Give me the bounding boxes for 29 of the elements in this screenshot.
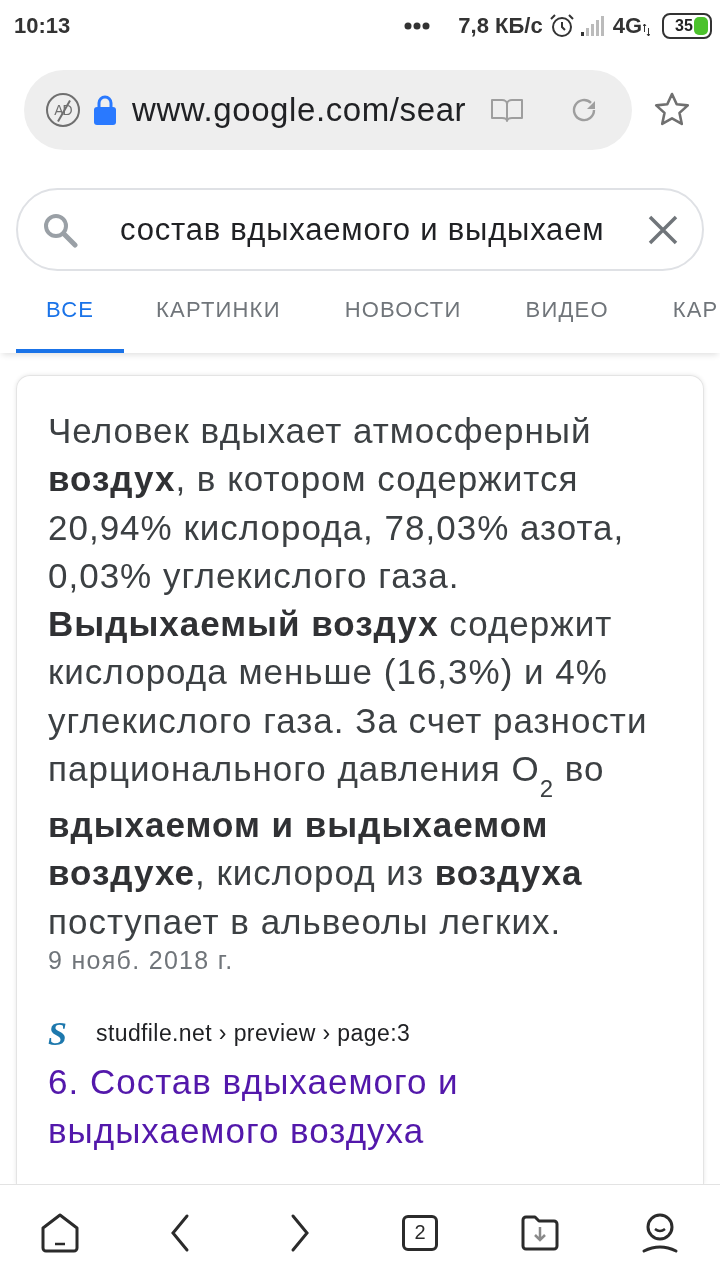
- data-arrows-icon: [643, 24, 650, 36]
- back-icon[interactable]: [169, 1212, 191, 1253]
- signal-bars-icon: [580, 16, 607, 36]
- search-icon: [42, 211, 78, 248]
- network-speed: 7,8 КБ/с: [458, 13, 543, 39]
- lock-icon: [94, 95, 116, 125]
- snippet-text: Человек вдыхает атмосферный воздух, в котором содержится 20,94% кислорода, 78,03% азота, 0,03% углекислого газа. Выдыхаемый воздух содержит кислорода меньше (16,3%) и 4% углекислого газа. За счет разности парционального давления O$_{2}$ во вдыхаемом и выдыхаемом воздухе, кислород из воздуха поступает в альвеолы легких.: [48, 410, 649, 943]
- more-dots-icon: [404, 22, 431, 30]
- search-tab[interactable]: НОВОСТИ: [312, 271, 494, 353]
- search-tab[interactable]: ВИДЕО: [493, 271, 641, 353]
- network-type: 4G: [612, 13, 642, 39]
- status-time: 10:13: [14, 13, 72, 39]
- search-tab[interactable]: КАРТИНКИ: [124, 271, 313, 353]
- forward-icon[interactable]: [289, 1212, 311, 1253]
- alarm-clock-icon: [548, 13, 575, 39]
- search-field[interactable]: состав вдыхаемого и выдыхаем: [16, 188, 704, 271]
- search-tab[interactable]: КАР: [640, 271, 720, 353]
- close-icon[interactable]: [648, 214, 678, 245]
- home-icon[interactable]: [40, 1211, 80, 1254]
- tabs-button[interactable]: 2: [402, 1214, 438, 1251]
- search-tab[interactable]: ВСЕ: [16, 271, 125, 353]
- favicon-logo: S: [48, 1016, 68, 1051]
- star-icon[interactable]: [654, 92, 690, 128]
- source-breadcrumb: studfile.net › preview › page:3: [96, 1020, 411, 1048]
- snippet-date: 9 нояб. 2018 г.: [48, 945, 235, 975]
- result-title-link[interactable]: 6. Состав вдыхаемого и выдыхаемого воздуха: [48, 1056, 671, 1155]
- profile-icon[interactable]: [640, 1211, 680, 1254]
- battery-indicator: 35: [662, 13, 712, 39]
- url-text[interactable]: www.google.com/sear: [132, 91, 490, 129]
